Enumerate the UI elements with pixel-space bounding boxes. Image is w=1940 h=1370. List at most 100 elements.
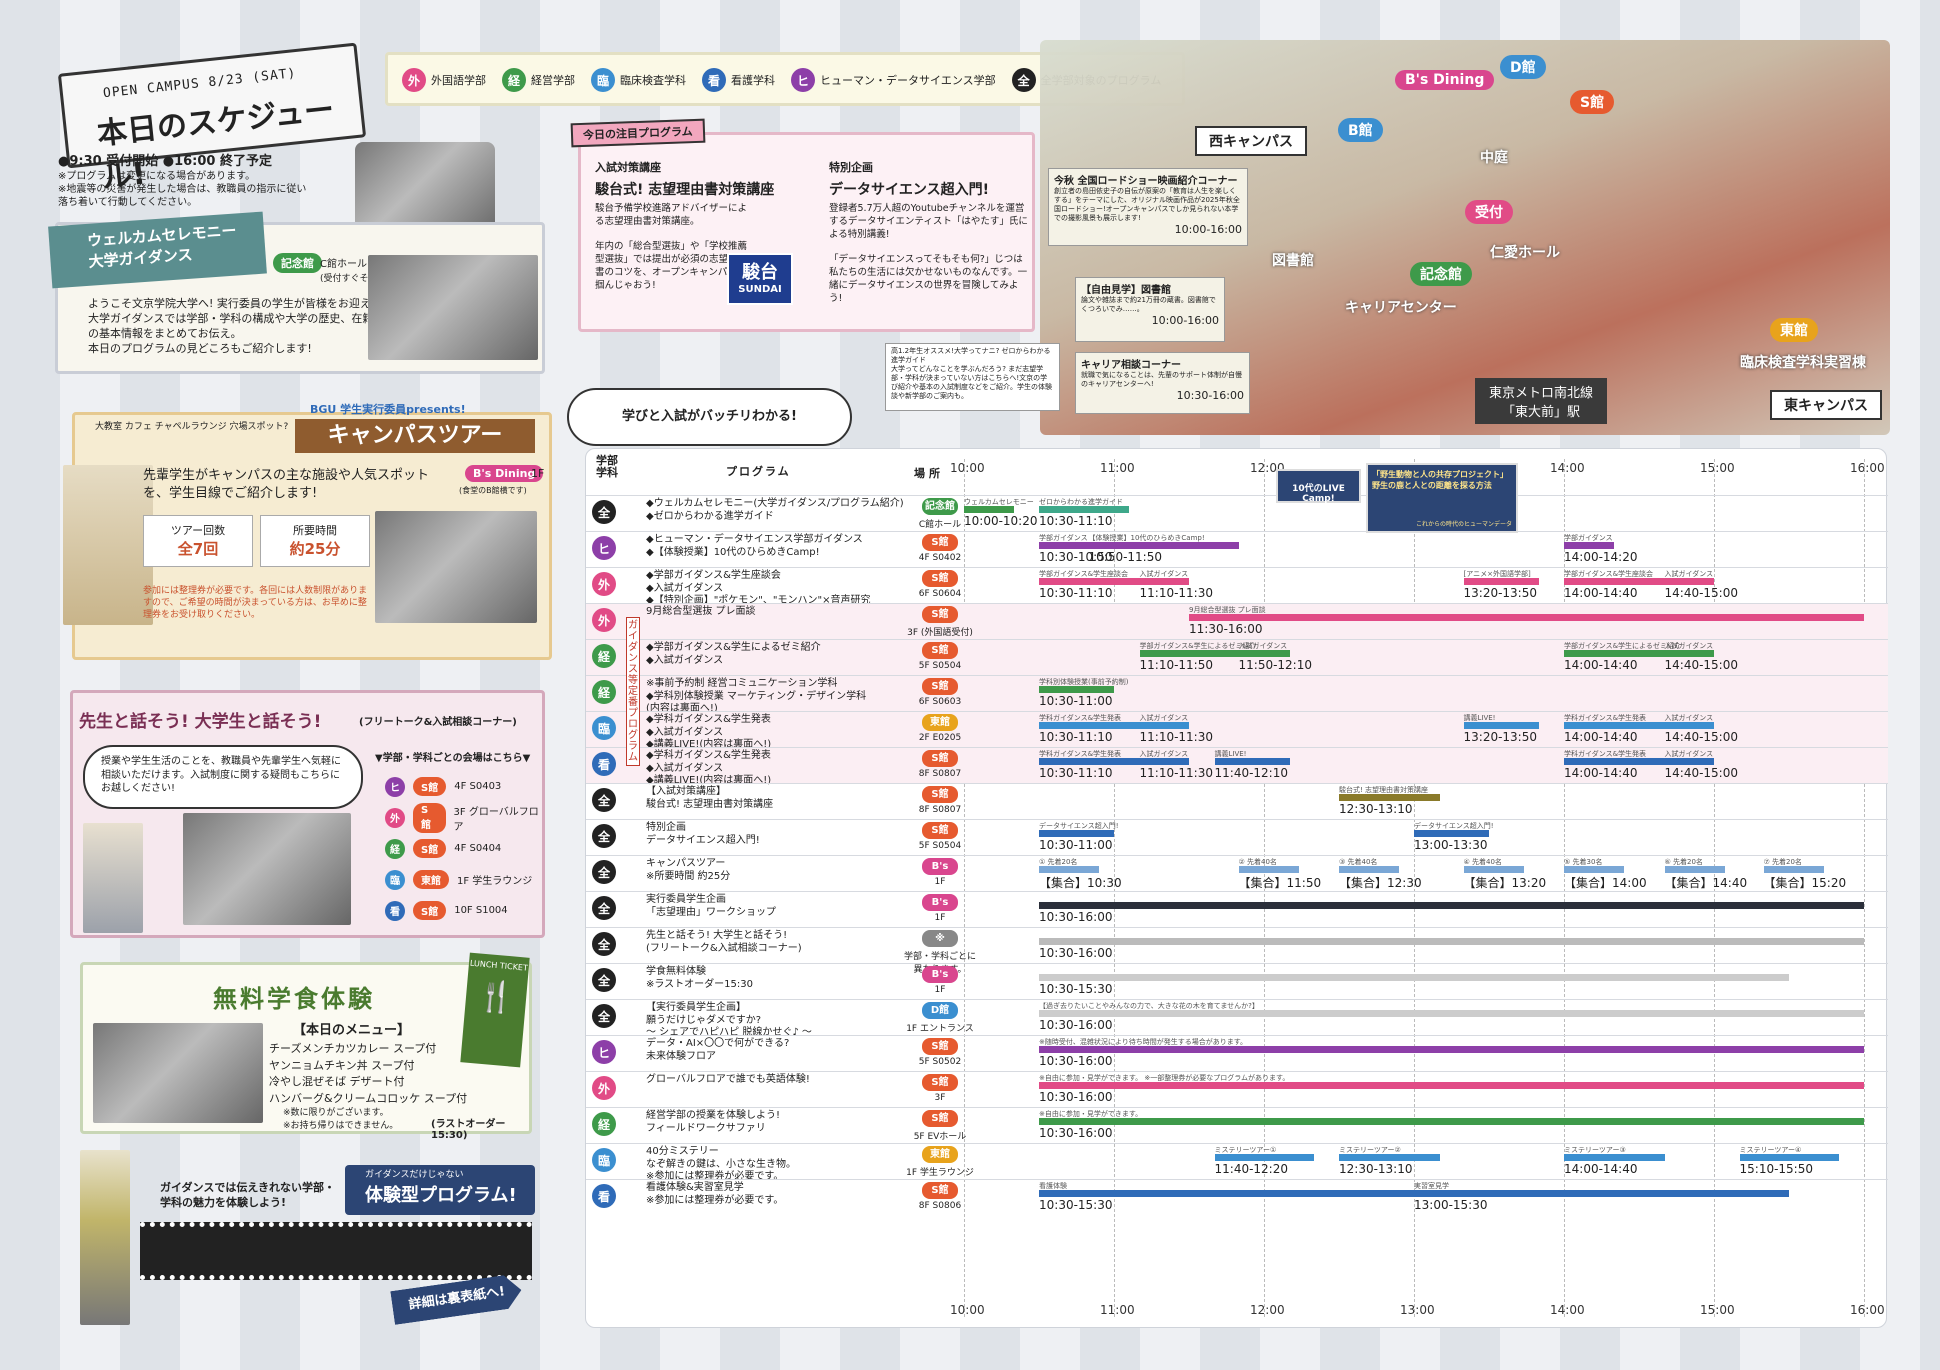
dept-mark-icon: 全 bbox=[592, 932, 616, 956]
callout-project-title: 「野生動物と人の共存プロジェクト」野生の鹿と人との距離を探る方法 bbox=[1372, 470, 1508, 490]
program-place: S館 3F (外国語受付) bbox=[904, 606, 976, 638]
schedule-bar bbox=[1139, 578, 1189, 585]
schedule-row: 全 実行委員学生企画 「志望理由」ワークショップ B's Dining 1F 10:30… bbox=[586, 891, 1888, 927]
hour-tick: 13:00 bbox=[1400, 1303, 1435, 1317]
schedule-row: 経 ◆学部ガイダンス&学生によるゼミ紹介 ◆入試ガイダンス S館 5F S0504 学部… bbox=[586, 639, 1888, 675]
bar-time: 10:30-15:30 bbox=[1039, 982, 1113, 996]
room-label: 2F E0205 bbox=[918, 733, 962, 743]
schedule-bar bbox=[1664, 650, 1714, 657]
dept-mark-icon: 臨 bbox=[592, 1148, 616, 1172]
dept-mark-icon: 看 bbox=[385, 900, 405, 921]
schedule-table: 学部学科 プログラム 場所 10:00 11:00 12:00 13:00 14:00 1… bbox=[585, 448, 1888, 1328]
schedule-bar bbox=[1088, 542, 1239, 549]
program-name: ◆学部ガイダンス&学生によるゼミ紹介 ◆入試ガイダンス bbox=[646, 642, 821, 666]
dept-mark-icon: 臨 bbox=[385, 869, 405, 890]
room-label: 5F S0504 bbox=[918, 661, 962, 671]
schedule-bar bbox=[1139, 722, 1189, 729]
program-name: ◆学科ガイダンス&学生発表 ◆入試ガイダンス ◆講義LIVE!(内容は裏面へ!) bbox=[646, 750, 772, 786]
schedule-bar bbox=[1039, 938, 1864, 945]
room-label: 6F S0604 bbox=[918, 589, 962, 599]
building-tag: S館 bbox=[922, 1110, 958, 1127]
venue-place: 10F S1004 bbox=[454, 905, 508, 916]
cinema-time: 10:00-16:00 bbox=[1174, 223, 1242, 237]
schedule-row: 全先生と話そう! 大学生と話そう! (フリートーク&入試相談コーナー) ※ 学部・学… bbox=[586, 927, 1888, 975]
map-label: D館 bbox=[1500, 55, 1546, 79]
career-box: キャリア相談コーナー 就職で気になることは、先輩のサポート体制が自慢のキャリアセ… bbox=[1075, 352, 1250, 414]
schedule-bar bbox=[1763, 866, 1824, 873]
lunch-title: 無料学食体験 bbox=[213, 985, 375, 1013]
map-label: キャリアセンター bbox=[1345, 300, 1457, 316]
schedule-bar bbox=[1039, 1118, 1864, 1125]
station-label: 東京メトロ南北線 「東大前」駅 bbox=[1475, 378, 1608, 424]
schedule-bar bbox=[964, 506, 1014, 513]
map-label: 東館 bbox=[1770, 318, 1818, 342]
legend-mark-icon: 全 bbox=[1011, 68, 1036, 92]
tour-note: 参加には整理券が必要です。各回には人数制限がありますので、ご希望の時間が決まって… bbox=[143, 586, 368, 621]
legend-label: 看護学科 bbox=[731, 74, 775, 87]
schedule-bar bbox=[1463, 722, 1539, 729]
lunch-menu: チーズメンチカツカレー スープ付 ヤンニョムチキン丼 スープ付 冷やし混ぜそば デザ… bbox=[269, 1041, 467, 1107]
dept-mark-icon: ヒ bbox=[592, 1040, 616, 1064]
schedule-row: 外グローバルフロアで誰でも英語体験! S館 3F ※自由に参加・見学ができます。 ※一… bbox=[586, 1071, 1888, 1107]
schedule-row: 外 ◆学部ガイダンス&学生座談会 ◆入試ガイダンス ◆【特別企画】"ポケモン"、"… bbox=[586, 567, 1888, 606]
tour-place: 1F bbox=[531, 467, 545, 480]
featured-card: 今日の注目プログラム 入試対策講座 駿台式! 志望理由書対策講座 駿台予備学校進… bbox=[570, 118, 1035, 332]
welcome-place-tag: 記念館 bbox=[273, 253, 322, 273]
program-name: ◆ヒューマン・データサイエンス学部ガイダンス ◆【体験授業】10代のひらめきCa… bbox=[646, 534, 863, 558]
bar-time: 10:30-16:00 bbox=[1039, 1054, 1113, 1068]
talk-venue-row: 看 S館 10F S1004 bbox=[385, 895, 545, 926]
ceremony-photo bbox=[368, 255, 538, 360]
schedule-bar bbox=[1039, 902, 1864, 909]
program-place: 東館 2F E0205 bbox=[904, 714, 976, 743]
schedule-bar bbox=[1564, 650, 1665, 657]
dept-mark-icon: 外 bbox=[592, 1076, 616, 1100]
hour-tick: 10:00 bbox=[950, 1303, 985, 1317]
sundai-logo-text2: SUNDAI bbox=[738, 284, 782, 295]
dept-mark-icon: ヒ bbox=[385, 776, 405, 797]
schedule-bar bbox=[1139, 758, 1189, 765]
schedule-bar bbox=[1664, 578, 1714, 585]
guidance-vertical-label: ガイダンス等定番プログラム bbox=[626, 617, 640, 766]
building-tag: 東館 bbox=[922, 714, 958, 731]
building-tag: B's Dining bbox=[922, 894, 959, 925]
dept-mark-icon: 全 bbox=[592, 500, 616, 524]
legend-item: 臨臨床検査学科 bbox=[591, 68, 686, 92]
talk-photo bbox=[183, 813, 351, 925]
building-tag: S館 bbox=[922, 678, 958, 695]
schedule-row: ヒデータ・AI×〇〇で何ができる? 未来体験フロア S館 5F S0502 ※随時受付… bbox=[586, 1035, 1888, 1071]
tour-place-note: (食堂のB館横です) bbox=[459, 486, 527, 495]
schedule-bar bbox=[1463, 578, 1539, 585]
program-place: B's Dining 1F bbox=[904, 966, 976, 997]
bar-time: 11:40-12:20 bbox=[1214, 1162, 1289, 1176]
building-tag: S館 bbox=[922, 1182, 958, 1199]
program-name: 実行委員学生企画 「志望理由」ワークショップ bbox=[646, 894, 776, 918]
experience-kicker: ガイダンスだけじゃない bbox=[365, 1170, 464, 1180]
bar-time: 11:10-11:50 bbox=[1139, 658, 1214, 672]
bar-time: 10:30-11:10 bbox=[1039, 586, 1113, 600]
building-tag: S館 bbox=[922, 1038, 958, 1055]
hour-tick: 11:00 bbox=[1100, 461, 1135, 475]
building-tag: S館 bbox=[922, 1074, 958, 1091]
program-place: S館 5F S0504 bbox=[904, 822, 976, 851]
campus-tour-card: 大教室 カフェ チャペルラウンジ 穴場スポット? BGU 学生実行委員prese… bbox=[63, 403, 552, 660]
schedule-bar bbox=[1564, 542, 1614, 549]
bar-time: 14:00-14:40 bbox=[1564, 586, 1638, 600]
room-label: 1F bbox=[934, 877, 946, 887]
time-line: ●9:30 受付開始 ●16:00 終了予定 bbox=[58, 154, 272, 169]
bar-time: 13:00-13:30 bbox=[1414, 838, 1488, 852]
room-label: 5F S0502 bbox=[918, 1057, 962, 1067]
program-place: B's Dining 1F bbox=[904, 894, 976, 925]
room-label: 1F bbox=[934, 913, 946, 923]
header-notes: ※プログラムは変更になる場合があります。 ※地震等の災害が発生した場合は、教職員… bbox=[58, 171, 307, 208]
venue-tag: S館 bbox=[413, 901, 447, 920]
legend-label: 外国語学部 bbox=[431, 74, 486, 87]
talk-venue-row: 外 S館 3F グローバルフロア bbox=[385, 802, 545, 833]
schedule-row: 経 ※事前予約制 経営コミュニケーション学科 ◆学科別体験授業 マーケティング・デ… bbox=[586, 675, 1888, 714]
program-name: データ・AI×〇〇で何ができる? 未来体験フロア bbox=[646, 1038, 790, 1062]
hour-tick: 14:00 bbox=[1550, 461, 1585, 475]
bar-time: 14:40-15:00 bbox=[1664, 766, 1739, 780]
cinema-body: 創立者の島田依史子の自伝が原案の「教育は人生を楽しくする」をテーマにした、オリジ… bbox=[1054, 187, 1240, 223]
program-name: グローバルフロアで誰でも英語体験! bbox=[646, 1074, 810, 1085]
venue-place: 3F グローバルフロア bbox=[453, 806, 539, 833]
hour-tick: 16:00 bbox=[1850, 1303, 1885, 1317]
